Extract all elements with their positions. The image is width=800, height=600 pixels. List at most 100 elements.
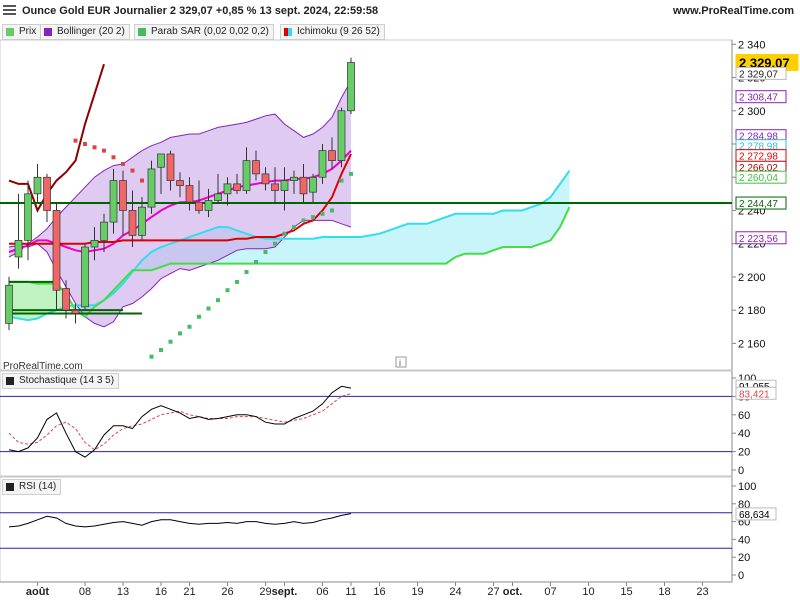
ichimoku-cloud-segment — [474, 213, 484, 254]
candle-body — [337, 110, 346, 161]
x-axis-label: 15 — [620, 586, 632, 598]
candle-body — [299, 176, 308, 195]
sar-dot — [130, 168, 135, 173]
sar-dot — [330, 208, 334, 213]
sar-dot — [206, 306, 211, 311]
rsi-axis-label: 0 — [738, 570, 744, 582]
stochastic-axis-label: 60 — [738, 410, 750, 422]
rsi-axis-label: 20 — [738, 552, 750, 564]
x-axis-label: 21 — [183, 586, 195, 598]
ichimoku-cloud-segment — [503, 210, 513, 248]
legend-rsi[interactable]: RSI (14) — [2, 479, 62, 495]
x-axis-label: 24 — [449, 586, 461, 598]
price-axis-label: 2 200 — [738, 272, 766, 284]
stochastic-axis-label: 20 — [738, 447, 750, 459]
ichimoku-cloud-segment — [303, 238, 313, 264]
ichimoku-cloud-segment — [522, 207, 532, 248]
price-value-label: 2 223,56 — [739, 234, 778, 245]
chart-canvas[interactable]: 2 3402 3202 3002 2802 2602 2402 2202 200… — [0, 0, 800, 600]
candle-body — [62, 288, 70, 311]
candle-body — [252, 160, 260, 175]
candle-body — [166, 153, 175, 181]
ichimoku-cloud-segment — [408, 223, 418, 264]
x-axis-label: 10 — [582, 586, 594, 598]
ichimoku-cloud-segment — [322, 237, 332, 264]
sar-dot — [187, 324, 192, 329]
sar-dot — [273, 241, 277, 246]
candle-body — [81, 246, 89, 308]
price-value-label: 2 308,47 — [739, 93, 778, 104]
price-axis-label: 2 300 — [738, 106, 766, 118]
candle-body — [109, 180, 118, 223]
legend-rsi-label: RSI (14) — [19, 481, 57, 492]
rsi-axis-label: 40 — [738, 534, 750, 546]
ichimoku-cloud-segment — [541, 197, 551, 244]
rsi-swatch-icon — [6, 483, 14, 491]
x-axis-label: 19 — [411, 586, 423, 598]
candle-body — [280, 180, 289, 191]
candle-body — [195, 201, 203, 211]
sar-dot — [102, 148, 106, 153]
ichimoku-cloud-segment — [465, 213, 475, 254]
rsi-axis-label: 100 — [738, 481, 756, 493]
sar-dot — [92, 145, 97, 150]
candle-body — [33, 176, 42, 195]
ichimoku-cloud-segment — [341, 237, 351, 264]
sar-dot — [178, 331, 182, 336]
ichimoku-cloud-segment — [398, 223, 408, 264]
x-axis-label: 13 — [117, 586, 129, 598]
price-axis-label: 2 160 — [738, 338, 766, 350]
ichimoku-cloud-segment — [389, 227, 399, 264]
sar-dot — [292, 225, 296, 230]
candle-body — [100, 221, 108, 241]
sar-dot — [159, 348, 163, 353]
legend-stochastic[interactable]: Stochastique (14 3 5) — [2, 373, 120, 389]
x-axis-label: 23 — [696, 586, 708, 598]
sar-dot — [197, 314, 201, 319]
ichimoku-cloud-segment — [313, 237, 323, 264]
x-axis-label: oct. — [503, 586, 523, 598]
candle-body — [52, 210, 61, 291]
candle-body — [204, 200, 213, 211]
ichimoku-cloud-segment — [351, 237, 361, 264]
candle-body — [24, 193, 32, 241]
info-icon — [395, 356, 407, 368]
ichimoku-cloud-segment — [360, 235, 370, 264]
rsi-panel-frame — [0, 476, 733, 583]
price-value-label: 2 329,07 — [739, 69, 778, 80]
info-icon-glyph: i — [399, 358, 401, 368]
candle-body — [309, 176, 317, 193]
ichimoku-cloud-segment — [379, 230, 389, 264]
ichimoku-cloud-segment — [427, 220, 437, 264]
ichimoku-cloud-segment — [484, 213, 494, 254]
price-axis-label: 2 340 — [738, 39, 766, 51]
sar-dot — [301, 218, 306, 223]
candle-body — [128, 210, 137, 236]
candle-body — [185, 185, 194, 203]
stochastic-axis-label: 40 — [738, 428, 750, 440]
x-axis-label: 08 — [79, 586, 91, 598]
candle-body — [138, 206, 146, 236]
candle-body — [242, 160, 251, 191]
x-axis-label: sept. — [272, 586, 298, 598]
candle-body — [318, 150, 327, 178]
price-value-label: 2 260,04 — [739, 173, 778, 184]
candle-body — [347, 62, 355, 112]
ichimoku-cloud-segment — [370, 233, 380, 264]
stochastic-axis-label: 0 — [738, 465, 744, 477]
candle-body — [271, 183, 279, 191]
ichimoku-cloud-segment — [294, 238, 304, 264]
sar-dot — [121, 161, 125, 166]
x-axis-label: 06 — [316, 586, 328, 598]
price-value-label: 2 244,47 — [739, 199, 778, 210]
candle-body — [223, 183, 232, 195]
chart-root: Ounce Gold EUR Journalier 2 329,07 +0,85… — [0, 0, 800, 600]
stochastic-value-label: 83,421 — [739, 389, 770, 400]
ichimoku-cloud-segment — [455, 213, 465, 257]
candle-body — [214, 193, 222, 201]
sar-dot — [282, 231, 287, 236]
sar-dot — [168, 339, 173, 344]
sar-dot — [263, 250, 268, 254]
candle-body — [261, 173, 270, 185]
candle-body — [90, 240, 99, 248]
